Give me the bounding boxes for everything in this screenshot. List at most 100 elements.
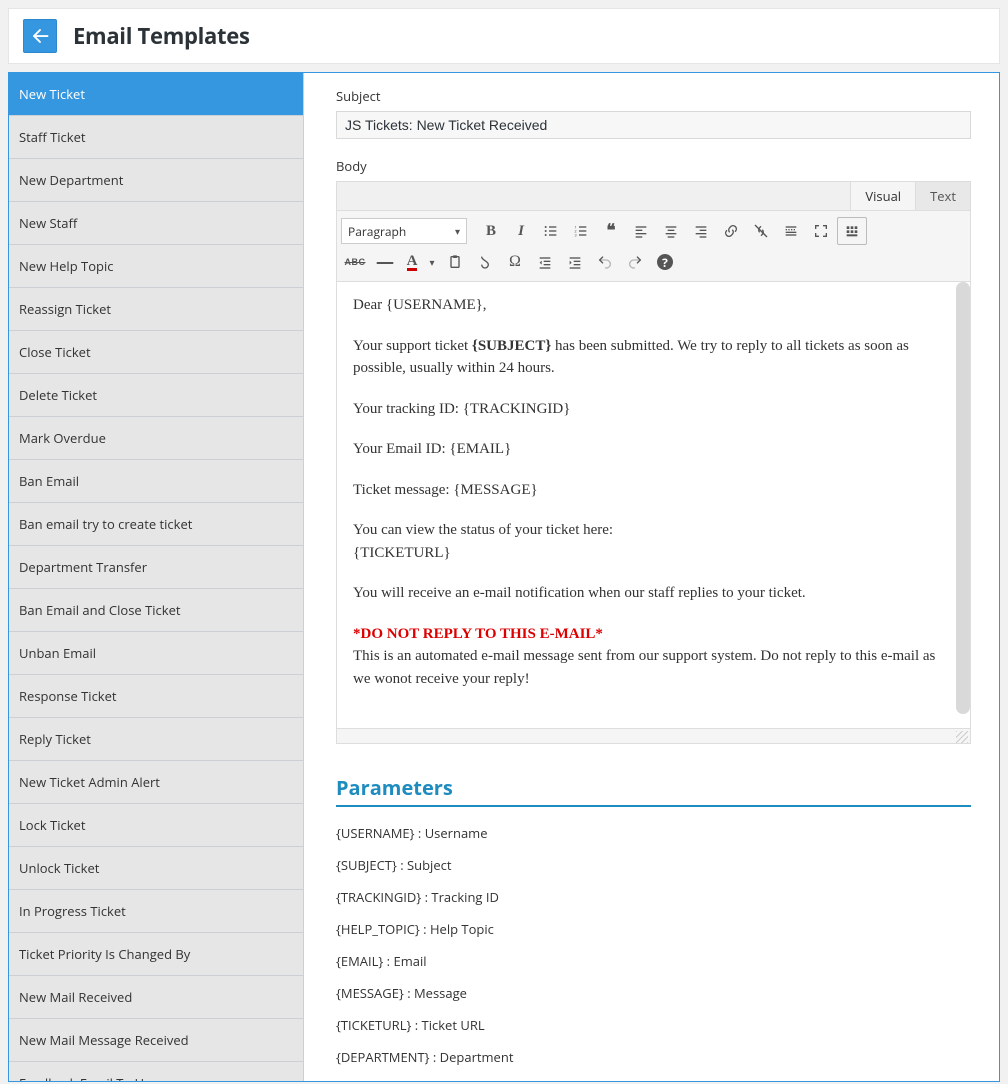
align-center-button[interactable]	[657, 218, 685, 244]
bullet-list-button[interactable]	[537, 218, 565, 244]
body-line: You can view the status of your ticket h…	[353, 519, 954, 564]
redo-button[interactable]	[621, 249, 649, 275]
sidebar-item[interactable]: Unlock Ticket	[9, 847, 303, 890]
back-button[interactable]	[23, 19, 57, 53]
parameters-list: {USERNAME} : Username{SUBJECT} : Subject…	[336, 817, 971, 1081]
sidebar-item[interactable]: Reassign Ticket	[9, 288, 303, 331]
paste-text-icon	[447, 254, 463, 270]
sidebar-item[interactable]: New Help Topic	[9, 245, 303, 288]
fullscreen-button[interactable]	[807, 218, 835, 244]
horizontal-rule-button[interactable]: —	[371, 249, 399, 275]
undo-icon	[597, 254, 613, 270]
parameter-row: {HELP_TOPIC} : Help Topic	[336, 913, 971, 945]
back-arrow-icon	[31, 27, 49, 45]
template-sidebar: New TicketStaff TicketNew DepartmentNew …	[9, 73, 304, 1081]
sidebar-item[interactable]: Response Ticket	[9, 675, 303, 718]
sidebar-item[interactable]: New Ticket	[9, 73, 303, 116]
main-area: New TicketStaff TicketNew DepartmentNew …	[8, 72, 1000, 1082]
svg-text:3: 3	[574, 233, 577, 238]
body-line: *DO NOT REPLY TO THIS E-MAIL* This is an…	[353, 623, 954, 691]
parameter-row: {EMAIL} : Email	[336, 945, 971, 977]
body-label: Body	[336, 157, 971, 175]
sidebar-item[interactable]: Department Transfer	[9, 546, 303, 589]
page-header: Email Templates	[8, 8, 1000, 64]
subject-label: Subject	[336, 87, 971, 105]
unlink-icon	[753, 223, 769, 239]
sidebar-item[interactable]: Unban Email	[9, 632, 303, 675]
sidebar-item[interactable]: Reply Ticket	[9, 718, 303, 761]
text-color-button[interactable]: A	[401, 249, 423, 275]
special-character-button[interactable]: Ω	[501, 249, 529, 275]
toolbar-toggle-button[interactable]	[837, 217, 867, 245]
special-character-icon: Ω	[509, 253, 521, 271]
sidebar-item[interactable]: Mark Overdue	[9, 417, 303, 460]
indent-button[interactable]	[561, 249, 589, 275]
paste-text-button[interactable]	[441, 249, 469, 275]
align-left-button[interactable]	[627, 218, 655, 244]
link-button[interactable]	[717, 218, 745, 244]
body-line: Your tracking ID: {TRACKINGID}	[353, 398, 954, 421]
editor-toolbar: Paragraph B I 123 ❝	[336, 210, 971, 282]
sidebar-item[interactable]: In Progress Ticket	[9, 890, 303, 933]
align-right-button[interactable]	[687, 218, 715, 244]
italic-button[interactable]: I	[507, 218, 535, 244]
sidebar-item[interactable]: Ticket Priority Is Changed By	[9, 933, 303, 976]
parameter-row: {MESSAGE} : Message	[336, 977, 971, 1009]
outdent-button[interactable]	[531, 249, 559, 275]
parameter-row: {TICKETURL} : Ticket URL	[336, 1009, 971, 1041]
sidebar-item[interactable]: Staff Ticket	[9, 116, 303, 159]
sidebar-item[interactable]: New Department	[9, 159, 303, 202]
clear-formatting-button[interactable]	[471, 249, 499, 275]
strikethrough-button[interactable]: ABC	[341, 249, 369, 275]
sidebar-item[interactable]: Lock Ticket	[9, 804, 303, 847]
template-editor-panel: Subject Body Visual Text Paragraph B I 1…	[304, 73, 999, 1081]
parameter-row: {SUBJECT} : Subject	[336, 849, 971, 881]
sidebar-item[interactable]: New Mail Received	[9, 976, 303, 1019]
sidebar-item[interactable]: Ban email try to create ticket	[9, 503, 303, 546]
fullscreen-icon	[813, 223, 829, 239]
bullet-list-icon	[543, 223, 559, 239]
sidebar-item[interactable]: Close Ticket	[9, 331, 303, 374]
align-right-icon	[693, 223, 709, 239]
editor-tabs: Visual Text	[336, 181, 971, 210]
text-color-dropdown[interactable]: ▾	[425, 255, 439, 269]
parameters-divider	[336, 805, 971, 807]
tab-text[interactable]: Text	[915, 182, 970, 210]
link-icon	[723, 223, 739, 239]
body-line: Your support ticket {SUBJECT} has been s…	[353, 335, 954, 380]
editor-resize-handle[interactable]	[336, 729, 971, 744]
subject-input[interactable]	[336, 111, 971, 139]
blockquote-button[interactable]: ❝	[597, 218, 625, 244]
tab-visual[interactable]: Visual	[850, 182, 915, 210]
numbered-list-button[interactable]: 123	[567, 218, 595, 244]
text-color-icon: A	[407, 254, 418, 271]
clear-formatting-icon	[477, 254, 493, 270]
body-line: Your Email ID: {EMAIL}	[353, 438, 954, 461]
redo-icon	[627, 254, 643, 270]
editor-scrollbar[interactable]	[956, 282, 970, 714]
read-more-button[interactable]	[777, 218, 805, 244]
numbered-list-icon: 123	[573, 223, 589, 239]
sidebar-item[interactable]: New Ticket Admin Alert	[9, 761, 303, 804]
sidebar-item[interactable]: Ban Email	[9, 460, 303, 503]
align-left-icon	[633, 223, 649, 239]
sidebar-item[interactable]: Ban Email and Close Ticket	[9, 589, 303, 632]
sidebar-item[interactable]: Feedback Email To User	[9, 1062, 303, 1081]
sidebar-item[interactable]: New Mail Message Received	[9, 1019, 303, 1062]
format-select-value: Paragraph	[348, 223, 406, 240]
strikethrough-icon: ABC	[345, 257, 366, 267]
page-title: Email Templates	[73, 21, 250, 51]
indent-icon	[567, 254, 583, 270]
body-line: Ticket message: {MESSAGE}	[353, 479, 954, 502]
unlink-button[interactable]	[747, 218, 775, 244]
sidebar-item[interactable]: Delete Ticket	[9, 374, 303, 417]
help-button[interactable]: ?	[651, 249, 679, 275]
sidebar-item[interactable]: New Staff	[9, 202, 303, 245]
undo-button[interactable]	[591, 249, 619, 275]
format-select[interactable]: Paragraph	[341, 218, 467, 244]
body-line: Dear {USERNAME},	[353, 294, 954, 317]
align-center-icon	[663, 223, 679, 239]
help-icon: ?	[657, 254, 673, 270]
editor-body[interactable]: Dear {USERNAME}, Your support ticket {SU…	[336, 282, 971, 729]
bold-button[interactable]: B	[477, 218, 505, 244]
